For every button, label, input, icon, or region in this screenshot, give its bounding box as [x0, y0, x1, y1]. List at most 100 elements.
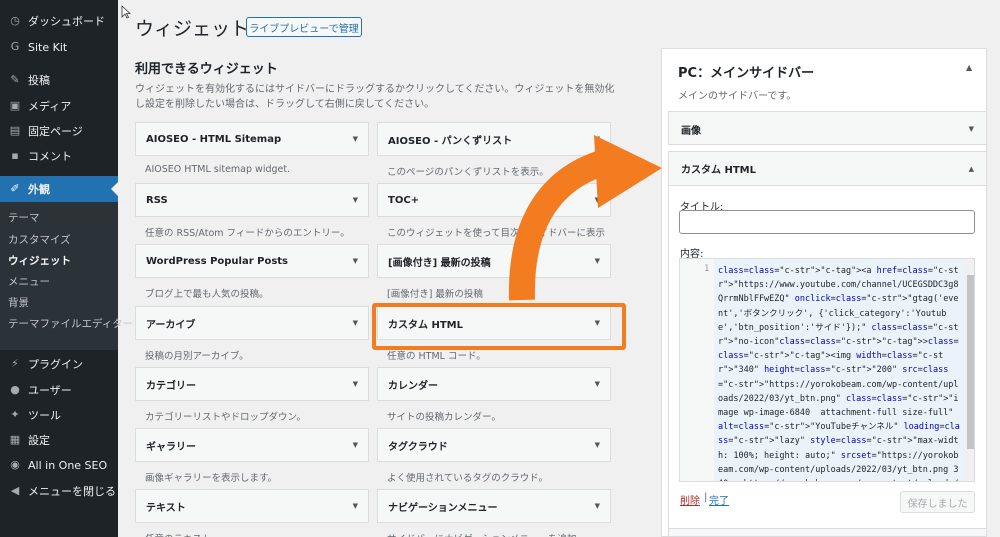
sidebar-item-label: 固定ページ: [28, 125, 83, 138]
sidebar-item-appearance[interactable]: ✐ 外観: [0, 176, 118, 202]
widget-item[interactable]: ナビゲーションメニュー ▼: [377, 489, 611, 523]
sidebar-item-label: メニューを閉じる: [28, 485, 116, 498]
expand-arrow-icon[interactable]: ▼: [353, 135, 358, 143]
widget-item[interactable]: AIOSEO - HTML Sitemap ▼: [135, 122, 369, 156]
editor-scrollbar-thumb[interactable]: [967, 275, 974, 449]
collapse-arrow-icon[interactable]: ▲: [969, 165, 974, 173]
widget-item[interactable]: ギャラリー ▼: [135, 428, 369, 462]
sidebar-item-label: ツール: [28, 409, 61, 422]
highlight-annotation: [372, 303, 626, 350]
sidebar-widget-next[interactable]: [668, 528, 987, 537]
wrench-icon: ✦: [10, 408, 20, 421]
sidebar-item-collapse[interactable]: ◀ メニューを閉じる: [0, 478, 118, 504]
sidebar-item-posts[interactable]: ✎ 投稿: [0, 67, 118, 93]
available-widgets-description: ウィジェットを有効化するにはサイドバーにドラッグするかクリックしてください。ウィ…: [135, 84, 615, 110]
code-editor[interactable]: 1 class=class="c-str">"c-tag"><a href=cl…: [679, 258, 975, 482]
comment-icon: ▪: [11, 149, 19, 162]
widget-item[interactable]: WordPress Popular Posts ▼: [135, 244, 369, 278]
widget-item[interactable]: テキスト ▼: [135, 489, 369, 523]
expand-arrow-icon[interactable]: ▼: [595, 502, 600, 510]
sidebar-item-sitekit[interactable]: G Site Kit: [0, 34, 118, 60]
submenu-item[interactable]: テーマファイルエディター: [8, 316, 133, 331]
sidebar-item-users[interactable]: ● ユーザー: [0, 377, 118, 403]
expand-arrow-icon[interactable]: ▼: [969, 125, 974, 133]
sidebar-item-label: ユーザー: [28, 384, 72, 397]
widget-title: カスタム HTML: [681, 165, 756, 176]
widget-item[interactable]: アーカイブ ▼: [135, 306, 369, 340]
done-link[interactable]: 完了: [709, 492, 729, 507]
widget-item[interactable]: RSS ▼: [135, 183, 369, 217]
submenu-item[interactable]: メニュー: [8, 274, 50, 289]
sidebar-item-comments[interactable]: ▪ コメント: [0, 143, 118, 169]
widget-name: カテゴリー: [146, 380, 196, 392]
widget-name: TOC+: [388, 194, 420, 206]
sidebar-item-label: 投稿: [28, 74, 50, 87]
sidebar-item-label: プラグイン: [28, 358, 83, 371]
widget-item[interactable]: タグクラウド ▼: [377, 428, 611, 462]
widget-item[interactable]: [画像付き] 最新の投稿 ▼: [377, 244, 611, 278]
widget-name: テキスト: [146, 502, 186, 514]
collapse-arrow-icon[interactable]: ▲: [966, 63, 972, 72]
sidebar-item-label: Site Kit: [28, 40, 68, 54]
widget-name: ナビゲーションメニュー: [388, 502, 498, 514]
widget-name: RSS: [146, 194, 168, 206]
save-button[interactable]: 保存しました: [900, 491, 975, 513]
sidebar-item-pages[interactable]: ▤ 固定ページ: [0, 118, 118, 144]
expand-arrow-icon[interactable]: ▼: [595, 196, 600, 204]
expand-arrow-icon[interactable]: ▼: [353, 441, 358, 449]
submenu-item[interactable]: 背景: [8, 295, 29, 310]
submenu-item[interactable]: テーマ: [8, 210, 40, 225]
mouse-cursor-icon: [121, 5, 131, 19]
widget-name: [画像付き] 最新の投稿: [388, 257, 491, 269]
sidebar-item-aioseo[interactable]: ◉ All in One SEO: [0, 452, 118, 478]
widget-name: カレンダー: [388, 380, 438, 392]
sidebar-item-label: コメント: [28, 150, 72, 163]
submenu-item[interactable]: カスタマイズ: [8, 232, 71, 247]
aioseo-icon: ◉: [10, 458, 20, 471]
sidebar-item-label: 設定: [28, 434, 50, 447]
sidebar-item-label: ダッシュボード: [28, 15, 105, 28]
widget-item[interactable]: カテゴリー ▼: [135, 367, 369, 401]
sidebar-panel-description: メインのサイドバーです。: [678, 91, 797, 102]
expand-arrow-icon[interactable]: ▼: [353, 380, 358, 388]
sidebar-item-media[interactable]: ▣ メディア: [0, 93, 118, 119]
plugin-icon: ⚡: [11, 357, 19, 370]
widget-item[interactable]: TOC+ ▼: [377, 183, 611, 217]
widget-description: ブログ上で最も人気の投稿。: [145, 289, 269, 300]
widget-description: 投稿の月別アーカイブ。: [145, 351, 249, 362]
expand-arrow-icon[interactable]: ▼: [595, 135, 600, 143]
expand-arrow-icon[interactable]: ▼: [353, 319, 358, 327]
widget-description: [画像付き] 最新の投稿: [387, 289, 483, 300]
code-content[interactable]: class=class="c-str">"c-tag"><a href=clas…: [718, 264, 962, 481]
sidebar-item-dashboard[interactable]: ◷ ダッシュボード: [0, 8, 118, 34]
widget-description: 画像ギャラリーを表示します。: [145, 473, 278, 484]
pin-icon: ✎: [10, 73, 20, 86]
widget-name: ギャラリー: [146, 441, 196, 453]
sidebar-item-settings[interactable]: ▦ 設定: [0, 427, 118, 453]
title-input[interactable]: [679, 210, 975, 234]
dashboard-icon: ◷: [10, 14, 20, 27]
brush-icon: ✐: [10, 182, 20, 195]
expand-arrow-icon[interactable]: ▼: [353, 502, 358, 510]
widget-description: このページのパンくずリストを表示。: [387, 167, 549, 178]
widget-item[interactable]: カレンダー ▼: [377, 367, 611, 401]
submenu-item[interactable]: ウィジェット: [8, 253, 71, 268]
custom-html-header[interactable]: カスタム HTML ▲: [669, 152, 986, 186]
expand-arrow-icon[interactable]: ▼: [353, 257, 358, 265]
widget-item[interactable]: AIOSEO - パンくずリスト ▼: [377, 122, 611, 156]
sidebar-panel-title[interactable]: PC：メインサイドバー: [678, 62, 814, 81]
sidebar-item-plugins[interactable]: ⚡ プラグイン: [0, 351, 118, 377]
expand-arrow-icon[interactable]: ▼: [595, 380, 600, 388]
expand-arrow-icon[interactable]: ▼: [595, 257, 600, 265]
live-preview-button[interactable]: ライブプレビューで管理: [246, 17, 362, 37]
sidebar-item-tools[interactable]: ✦ ツール: [0, 402, 118, 428]
delete-link[interactable]: 削除: [680, 492, 700, 507]
widget-name: AIOSEO - パンくずリスト: [388, 135, 513, 147]
sidebar-item-label: All in One SEO: [28, 458, 108, 472]
editor-gutter: [680, 259, 714, 481]
link-separator: |: [704, 492, 708, 503]
sidebar-widget-image[interactable]: 画像 ▼: [668, 111, 987, 145]
user-icon: ●: [10, 383, 20, 396]
expand-arrow-icon[interactable]: ▼: [595, 441, 600, 449]
expand-arrow-icon[interactable]: ▼: [353, 196, 358, 204]
